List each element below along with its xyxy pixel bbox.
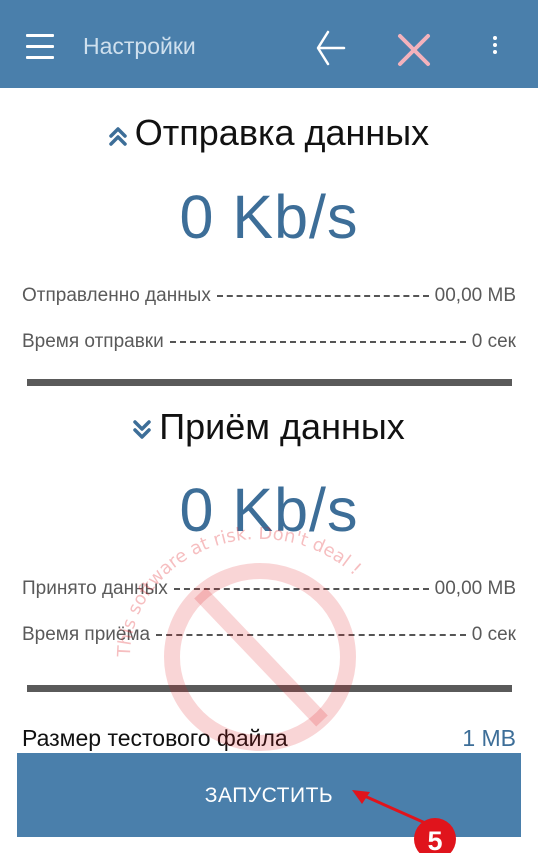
received-data-value: 00,00 MB: [434, 578, 516, 599]
step-number-badge: 5: [414, 818, 456, 853]
dashed-leader: [169, 341, 466, 343]
sent-data-label: Отправленно данных: [22, 285, 211, 306]
download-title-text: Приём данных: [159, 406, 405, 447]
dashed-leader: [216, 295, 429, 297]
download-time-label: Время приёма: [22, 624, 151, 645]
file-size-label: Размер тестового файла: [22, 725, 288, 751]
upload-speed: 0 Kb/s: [179, 183, 359, 251]
upload-title-text: Отправка данных: [134, 112, 430, 153]
close-icon[interactable]: [394, 30, 434, 70]
received-data-row: Принято данных 00,00 MB: [22, 574, 516, 604]
back-arrow-icon[interactable]: [312, 28, 348, 68]
section-divider: [27, 379, 512, 386]
sent-data-value: 00,00 MB: [434, 285, 516, 306]
file-size-row[interactable]: Размер тестового файла 1 MB: [22, 725, 516, 752]
download-speed: 0 Kb/s: [179, 476, 359, 544]
app-bar: Настройки: [0, 0, 538, 88]
hamburger-menu-icon[interactable]: [26, 34, 56, 60]
upload-section-title: Отправка данных: [0, 112, 538, 156]
more-vert-icon[interactable]: [489, 36, 501, 60]
double-chevron-down-icon: [133, 408, 152, 450]
upload-time-row: Время отправки 0 сек: [22, 327, 516, 357]
section-divider: [27, 685, 512, 692]
file-size-value[interactable]: 1 MB: [462, 725, 516, 752]
dashed-leader: [173, 588, 429, 590]
download-time-row: Время приёма 0 сек: [22, 620, 516, 650]
app-bar-title: Настройки: [83, 33, 196, 59]
sent-data-row: Отправленно данных 00,00 MB: [22, 281, 516, 311]
received-data-label: Принято данных: [22, 578, 168, 599]
dashed-leader: [156, 634, 466, 636]
double-chevron-up-icon: [109, 114, 127, 156]
download-time-value: 0 сек: [471, 624, 516, 645]
upload-time-value: 0 сек: [471, 331, 516, 352]
download-section-title: Приём данных: [0, 406, 538, 450]
upload-time-label: Время отправки: [22, 331, 164, 352]
